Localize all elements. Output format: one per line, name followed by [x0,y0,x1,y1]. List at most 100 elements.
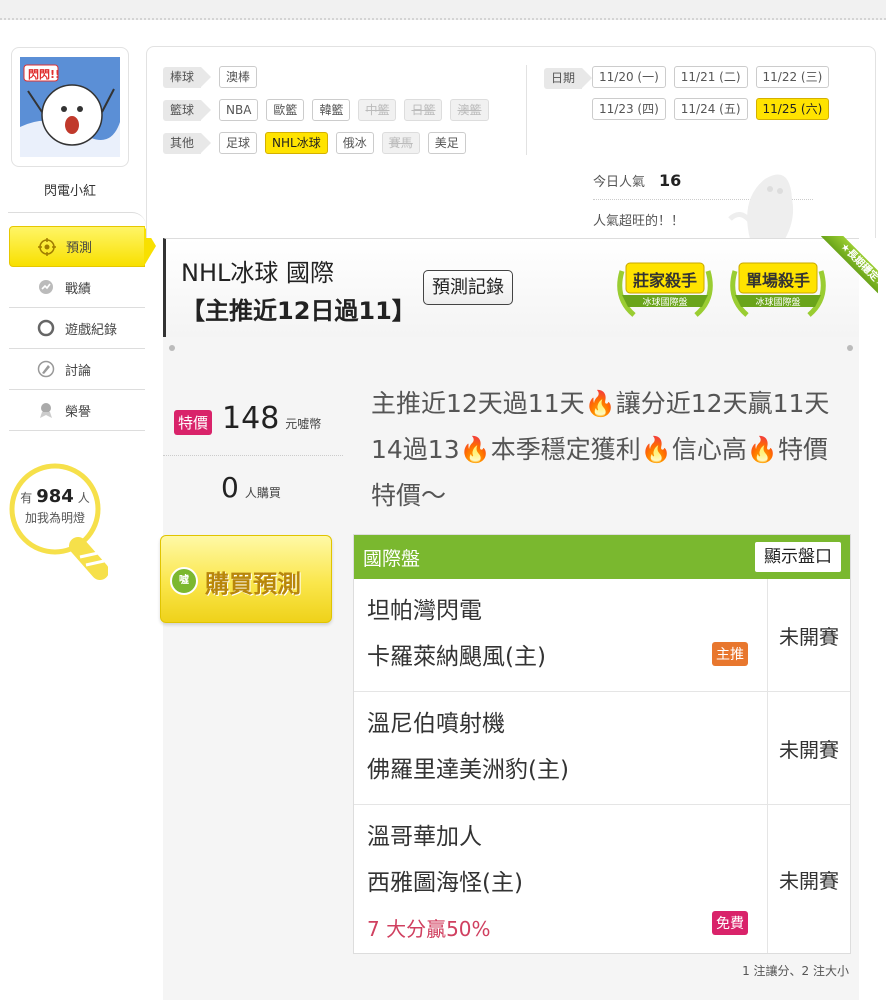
free-pick-text: 7 大分贏50% [367,917,491,941]
date-11-21[interactable]: 11/21 (二) [673,66,748,88]
popularity-value: 16 [659,171,682,190]
badge-subtitle: 冰球國際盤 [755,298,801,308]
top-edge [0,0,886,20]
avatar-caption: 閃閃!! [28,68,61,81]
category-label: 籃球 [163,99,211,121]
lamp-suffix: 人 [77,491,90,505]
tag-horse-racing: 賽馬 [381,132,420,154]
lamp-count: 984 [36,486,74,507]
tag-nba[interactable]: NBA [219,99,259,121]
badge-bookmaker-killer: 莊家殺手 冰球國際盤 [614,253,716,325]
buyer-number: 0 [221,471,239,504]
category-label: 棒球 [163,66,211,88]
filter-panel: 棒球 澳棒 籃球 NBA 歐籃 韓籃 中籃 日籃 澳籃 其他 足球 NHL冰球 … [146,46,876,239]
nav-label: 榮譽 [65,404,92,420]
coin-icon: 噓 [170,567,198,595]
prediction-panel: 特價 148 元噓幣 0 人購買 主推近12天過11天🔥讓分近12天贏11天14… [160,337,859,1000]
prediction-header: NHL冰球 國際 【主推近12日過11】 預測記錄 莊家殺手 冰球國際盤 單場殺… [163,238,859,337]
sale-badge: 特價 [174,410,213,435]
bet-summary: 1 注讓分、2 注大小 [742,964,849,978]
price-box: 特價 148 元噓幣 [174,401,321,436]
nav-item-honor[interactable]: 榮譽 [9,390,145,431]
popularity: 今日人氣 16 [593,171,681,190]
match-status: 未開賽 [767,805,850,953]
league-title: NHL冰球 國際 [181,259,334,287]
price-amount: 148 [222,401,280,436]
badge-title: 單場殺手 [745,271,810,290]
match-row: 溫尼伯噴射機 佛羅里達美洲豹(主) 未開賽 [354,692,850,805]
nav-item-game-log[interactable]: 遊戲紀錄 [9,308,145,349]
main-pick-badge: 主推 [712,642,748,666]
show-odds-button[interactable]: 顯示盤口 [755,542,841,572]
mascot-icon [728,174,794,239]
filter-divider [526,65,527,155]
nav-label: 戰績 [65,281,92,297]
badge-subtitle: 冰球國際盤 [642,298,688,308]
price-unit: 元噓幣 [285,417,322,431]
prediction-headline: 【主推近12日過11】 [181,297,416,325]
tag-euro-basketball[interactable]: 歐籃 [266,99,305,121]
tag-japan-basketball: 日籃 [404,99,443,121]
match-status: 未開賽 [767,579,850,691]
username: 閃電小紅 [43,184,96,199]
tag-nhl-hockey[interactable]: NHL冰球 [265,132,328,154]
home-team: 卡羅萊納颶風(主) [367,644,546,670]
sidebar-nav: 預測 戰績 遊戲紀錄 討論 榮譽 [9,226,156,431]
record-icon [37,278,55,296]
buy-prediction-button[interactable]: 噓 購買預測 [160,535,332,623]
date-11-20[interactable]: 11/20 (一) [592,66,666,88]
price-divider [163,455,343,456]
date-label: 日期 [544,68,592,89]
date-11-25[interactable]: 11/25 (六) [755,98,830,120]
corner-pin [847,345,853,351]
filter-row-other: 其他 足球 NHL冰球 俄冰 賽馬 美足 [163,132,474,154]
date-row-2: 11/23 (四) 11/24 (五) 11/25 (六) [592,98,842,120]
buyer-unit: 人購買 [244,486,281,500]
match-row: 坦帕灣閃電 卡羅萊納颶風(主) 主推 未開賽 [354,579,850,692]
date-11-22[interactable]: 11/22 (三) [755,66,830,88]
matches-table: 國際盤 顯示盤口 坦帕灣閃電 卡羅萊納颶風(主) 主推 未開賽 溫尼伯噴射機 佛… [353,534,851,954]
buy-button-label: 購買預測 [205,570,301,598]
away-team: 坦帕灣閃電 [367,598,482,624]
tag-aus-basketball: 澳籃 [450,99,489,121]
tag-russian-hockey[interactable]: 俄冰 [335,132,374,154]
prediction-history-button[interactable]: 預測記錄 [423,270,513,305]
discussion-icon [37,360,55,378]
date-11-23[interactable]: 11/23 (四) [592,98,666,120]
lamp-prefix: 有 [20,491,33,505]
free-badge: 免費 [712,911,748,935]
prediction-description: 主推近12天過11天🔥讓分近12天贏11天14過13🔥本季穩定獲利🔥信心高🔥特價… [371,389,830,510]
home-team: 佛羅里達美洲豹(主) [367,757,569,783]
match-row: 溫哥華加人 西雅圖海怪(主) 7 大分贏50% 免費 未開賽 [354,805,850,953]
target-icon [38,237,56,256]
tag-american-football[interactable]: 美足 [427,132,466,154]
tag-korea-basketball[interactable]: 韓籃 [312,99,351,121]
nav-item-record[interactable]: 戰績 [9,267,145,308]
lamp-text: 有 984 人 加我為明燈 [8,487,102,528]
lamp-label: 加我為明燈 [24,511,85,525]
nav-item-prediction[interactable]: 預測 [9,226,156,267]
nav-label: 遊戲紀錄 [65,322,118,338]
nav-label: 預測 [66,241,93,256]
tag-aus-baseball[interactable]: 澳棒 [219,66,258,88]
medal-icon [37,401,55,419]
tag-china-basketball: 中籃 [358,99,397,121]
matches-header: 國際盤 顯示盤口 [354,535,850,579]
away-team: 溫尼伯噴射機 [367,711,505,737]
nav-item-discussion[interactable]: 討論 [9,349,145,390]
filter-row-baseball: 棒球 澳棒 [163,66,265,88]
date-11-24[interactable]: 11/24 (五) [673,98,748,120]
tag-soccer[interactable]: 足球 [219,132,258,154]
corner-pin [169,345,175,351]
filter-row-basketball: 籃球 NBA 歐籃 韓籃 中籃 日籃 澳籃 [163,99,497,121]
match-status: 未開賽 [767,692,850,804]
home-team: 西雅圖海怪(主) [367,870,523,896]
away-team: 溫哥華加人 [367,824,482,850]
popularity-note: 人氣超旺的！！ [593,214,685,229]
matches-title: 國際盤 [363,547,421,570]
date-row-1: 11/20 (一) 11/21 (二) 11/22 (三) [592,66,842,88]
popularity-label: 今日人氣 [593,175,646,190]
nav-label: 討論 [65,363,92,379]
lamp-follow-widget[interactable]: 有 984 人 加我為明燈 [8,461,108,585]
avatar[interactable]: 閃閃!! [11,47,129,167]
